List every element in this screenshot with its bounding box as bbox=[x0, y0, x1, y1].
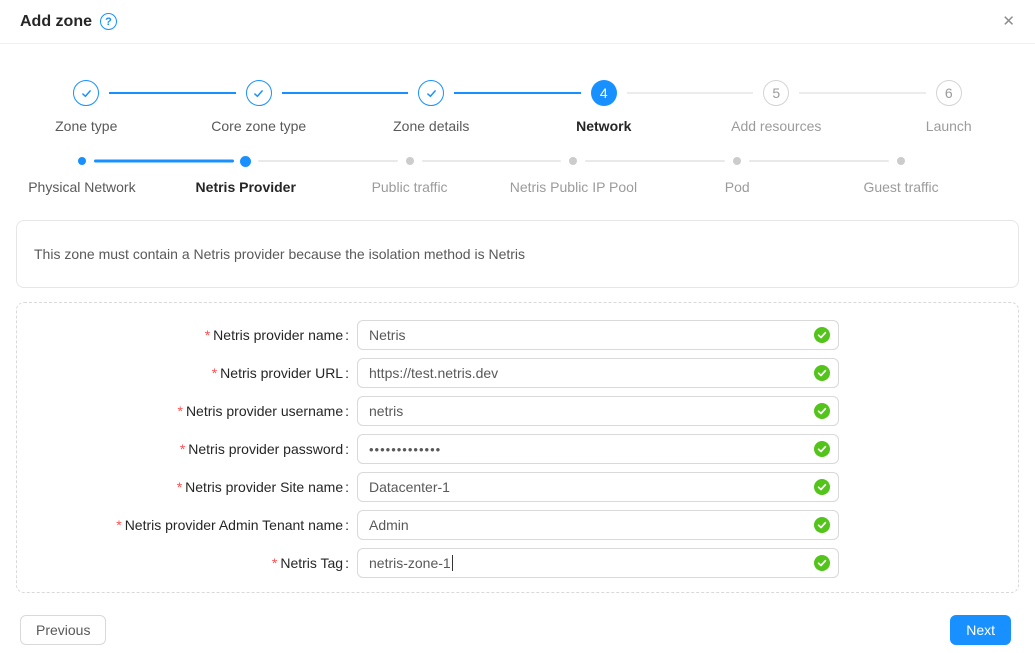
network-sub-stepper: Physical Network Netris Provider Public … bbox=[0, 155, 1035, 195]
substep-netris-provider[interactable]: Netris Provider bbox=[164, 155, 328, 195]
dialog-header: Add zone ? ✕ bbox=[0, 0, 1035, 44]
netris-provider-username-label: *Netris provider username: bbox=[17, 403, 349, 419]
netris-provider-username-input[interactable]: netris bbox=[357, 396, 839, 426]
netris-provider-name-label: *Netris provider name: bbox=[17, 327, 349, 343]
required-marker: * bbox=[272, 555, 277, 571]
step-dot-icon bbox=[78, 157, 86, 165]
step-label: Launch bbox=[926, 118, 972, 134]
next-button[interactable]: Next bbox=[950, 615, 1011, 645]
required-marker: * bbox=[180, 441, 185, 457]
step-number-badge: 5 bbox=[763, 80, 789, 106]
add-zone-dialog: Add zone ? ✕ Zone type Core zone type bbox=[0, 0, 1035, 653]
netris-provider-password-label: *Netris provider password: bbox=[17, 441, 349, 457]
dialog-footer: Previous Next bbox=[20, 615, 1011, 645]
check-icon bbox=[73, 80, 99, 106]
previous-button[interactable]: Previous bbox=[20, 615, 106, 645]
required-marker: * bbox=[116, 517, 121, 533]
form-field-row: *Netris provider Admin Tenant name: Admi… bbox=[17, 510, 1018, 540]
info-banner: This zone must contain a Netris provider… bbox=[16, 220, 1019, 288]
step-label: Add resources bbox=[731, 118, 821, 134]
close-icon[interactable]: ✕ bbox=[1002, 14, 1015, 29]
check-circle-icon bbox=[814, 365, 830, 381]
required-marker: * bbox=[177, 479, 182, 495]
step-network[interactable]: 4 Network bbox=[518, 80, 691, 134]
substep-label: Pod bbox=[725, 179, 750, 195]
netris-provider-url-label: *Netris provider URL: bbox=[17, 365, 349, 381]
netris-provider-site-name-input[interactable]: Datacenter-1 bbox=[357, 472, 839, 502]
check-circle-icon bbox=[814, 479, 830, 495]
substep-label: Public traffic bbox=[372, 179, 448, 195]
step-dot-icon bbox=[569, 157, 577, 165]
substep-label: Netris Provider bbox=[196, 179, 296, 195]
step-label: Zone details bbox=[393, 118, 469, 134]
netris-provider-url-input[interactable]: https://test.netris.dev bbox=[357, 358, 839, 388]
form-field-row: *Netris Tag: netris-zone-1 bbox=[17, 548, 1018, 578]
substep-netris-public-ip-pool[interactable]: Netris Public IP Pool bbox=[491, 155, 655, 195]
step-number-badge: 4 bbox=[591, 80, 617, 106]
netris-provider-admin-tenant-name-input[interactable]: Admin bbox=[357, 510, 839, 540]
info-banner-text: This zone must contain a Netris provider… bbox=[34, 246, 525, 262]
substep-label: Netris Public IP Pool bbox=[510, 179, 637, 195]
substep-label: Physical Network bbox=[28, 179, 135, 195]
netris-tag-label: *Netris Tag: bbox=[17, 555, 349, 571]
netris-tag-input[interactable]: netris-zone-1 bbox=[357, 548, 839, 578]
substep-label: Guest traffic bbox=[863, 179, 938, 195]
substep-pod[interactable]: Pod bbox=[655, 155, 819, 195]
netris-provider-site-name-label: *Netris provider Site name: bbox=[17, 479, 349, 495]
step-dot-icon bbox=[733, 157, 741, 165]
check-circle-icon bbox=[814, 403, 830, 419]
check-icon bbox=[418, 80, 444, 106]
step-launch[interactable]: 6 Launch bbox=[863, 80, 1035, 134]
page-title: Add zone bbox=[20, 13, 92, 31]
check-icon bbox=[246, 80, 272, 106]
step-core-zone-type[interactable]: Core zone type bbox=[173, 80, 346, 134]
step-zone-type[interactable]: Zone type bbox=[0, 80, 173, 134]
check-circle-icon bbox=[814, 555, 830, 571]
substep-public-traffic[interactable]: Public traffic bbox=[328, 155, 492, 195]
form-field-row: *Netris provider name: Netris bbox=[17, 320, 1018, 350]
netris-provider-admin-tenant-name-label: *Netris provider Admin Tenant name: bbox=[17, 517, 349, 533]
step-dot-icon bbox=[406, 157, 414, 165]
check-circle-icon bbox=[814, 441, 830, 457]
step-zone-details[interactable]: Zone details bbox=[345, 80, 518, 134]
wizard-stepper: Zone type Core zone type Zone details bbox=[0, 80, 1035, 134]
step-dot-icon bbox=[240, 156, 251, 167]
netris-provider-password-input[interactable]: ••••••••••••• bbox=[357, 434, 839, 464]
required-marker: * bbox=[205, 327, 210, 343]
question-circle-icon[interactable]: ? bbox=[100, 13, 117, 30]
form-field-row: *Netris provider username: netris bbox=[17, 396, 1018, 426]
netris-provider-form: *Netris provider name: Netris *Netris pr… bbox=[16, 302, 1019, 593]
text-cursor bbox=[452, 555, 454, 571]
form-field-row: *Netris provider Site name: Datacenter-1 bbox=[17, 472, 1018, 502]
step-dot-icon bbox=[897, 157, 905, 165]
netris-provider-name-input[interactable]: Netris bbox=[357, 320, 839, 350]
step-label: Zone type bbox=[55, 118, 117, 134]
step-label: Core zone type bbox=[211, 118, 306, 134]
required-marker: * bbox=[212, 365, 217, 381]
check-circle-icon bbox=[814, 327, 830, 343]
step-number-badge: 6 bbox=[936, 80, 962, 106]
step-label: Network bbox=[576, 118, 631, 134]
check-circle-icon bbox=[814, 517, 830, 533]
substep-guest-traffic[interactable]: Guest traffic bbox=[819, 155, 983, 195]
form-field-row: *Netris provider password: ••••••••••••• bbox=[17, 434, 1018, 464]
form-field-row: *Netris provider URL: https://test.netri… bbox=[17, 358, 1018, 388]
step-add-resources[interactable]: 5 Add resources bbox=[690, 80, 863, 134]
required-marker: * bbox=[177, 403, 182, 419]
substep-physical-network[interactable]: Physical Network bbox=[0, 155, 164, 195]
